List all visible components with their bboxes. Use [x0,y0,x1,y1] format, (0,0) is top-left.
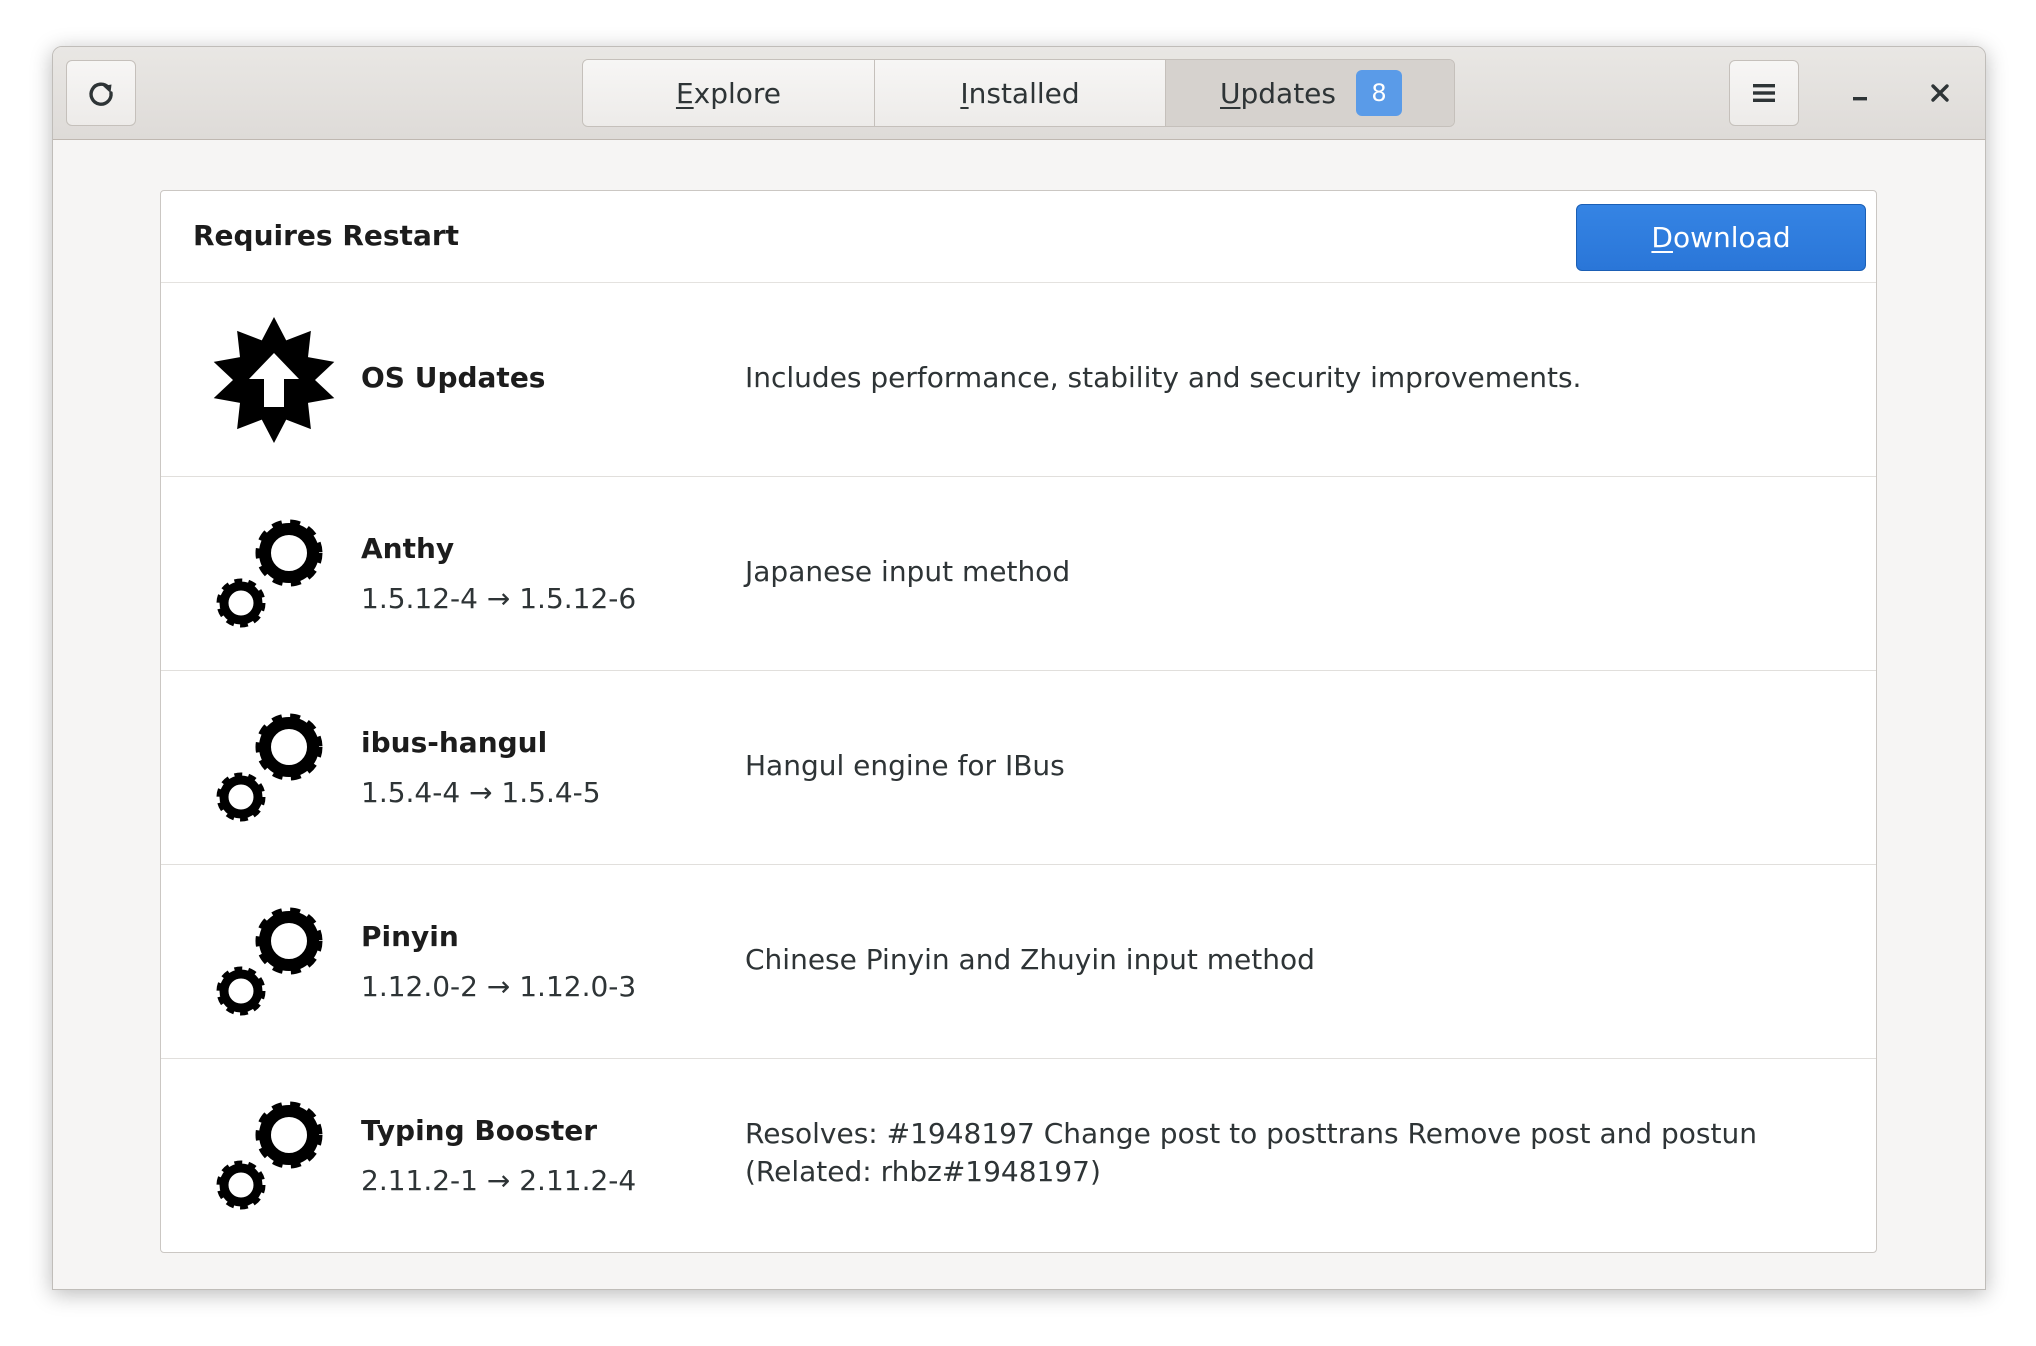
download-label: ownload [1672,221,1791,254]
update-description: Resolves: #1948197 Change post to posttr… [745,1117,1757,1188]
update-name: OS Updates [361,361,546,394]
update-row-ibus-hangul[interactable]: ibus-hangul 1.5.4-4 → 1.5.4-5 Hangul eng… [161,671,1876,865]
tab-explore-label: xplore [693,76,782,110]
update-version: 1.5.12-4 → 1.5.12-6 [361,582,637,615]
section-title: Requires Restart [193,219,460,252]
tab-installed[interactable]: Installed [874,60,1165,126]
refresh-button[interactable] [66,60,136,126]
gears-icon [216,519,323,628]
header-bar: Explore Installed Updates 8 [53,47,1985,140]
download-button[interactable]: Download [1576,204,1866,271]
update-description: Hangul engine for IBus [745,749,1065,782]
tab-explore-mnemonic: E [675,76,694,110]
minimize-icon [1853,97,1867,101]
updates-list-card: Requires Restart Download OS Updates Inc… [160,190,1877,1253]
update-version: 1.5.4-4 → 1.5.4-5 [361,776,601,809]
update-version: 2.11.2-1 → 2.11.2-4 [361,1164,637,1197]
gnome-software-window: Explore Installed Updates 8 Requires Res… [52,46,1986,1290]
main-menu-button[interactable] [1729,60,1799,126]
hamburger-menu-icon [1753,84,1775,102]
tab-installed-mnemonic: I [960,76,969,110]
update-row-anthy[interactable]: Anthy 1.5.12-4 → 1.5.12-6 Japanese input… [161,477,1876,671]
update-name: Typing Booster [361,1114,598,1147]
tab-updates[interactable]: Updates 8 [1165,60,1454,126]
tab-explore[interactable]: Explore [583,60,874,126]
tab-updates-label: pdates [1240,76,1337,110]
update-version: 1.12.0-2 → 1.12.0-3 [361,970,637,1003]
download-mnemonic: D [1651,221,1673,254]
close-icon [1931,84,1949,102]
gears-icon [216,1101,323,1210]
section-header: Requires Restart Download [161,191,1876,283]
update-description: Chinese Pinyin and Zhuyin input method [745,943,1315,976]
view-switcher: Explore Installed Updates 8 [582,59,1455,127]
minimize-button[interactable] [1838,71,1882,115]
update-description: Includes performance, stability and secu… [745,361,1582,394]
gears-icon [216,907,323,1016]
tab-installed-label: nstalled [968,76,1080,110]
updates-count-badge: 8 [1356,70,1402,116]
update-row-typing-booster[interactable]: Typing Booster 2.11.2-1 → 2.11.2-4 Resol… [161,1059,1876,1252]
update-name: Pinyin [361,920,459,953]
update-description: Japanese input method [745,555,1071,588]
update-name: Anthy [361,532,455,565]
update-row-pinyin[interactable]: Pinyin 1.12.0-2 → 1.12.0-3 Chinese Pinyi… [161,865,1876,1059]
os-update-icon [213,317,335,443]
close-button[interactable] [1918,71,1962,115]
gears-icon [216,713,323,822]
update-row-os-updates[interactable]: OS Updates Includes performance, stabili… [161,283,1876,477]
refresh-icon [89,82,113,106]
tab-updates-mnemonic: U [1220,76,1241,110]
update-name: ibus-hangul [361,726,548,759]
